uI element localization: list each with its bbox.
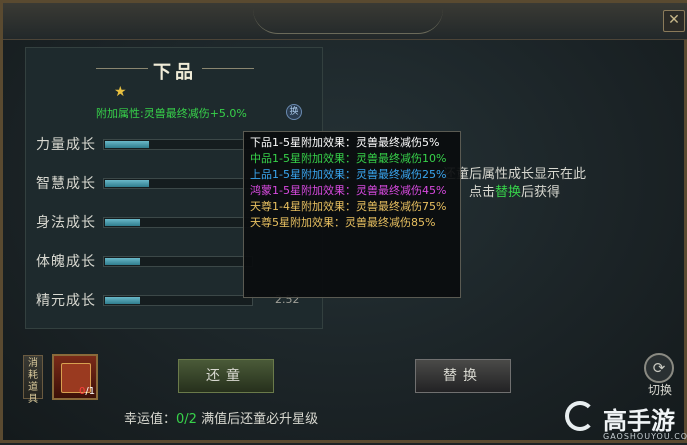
luck-value: 幸运值：0/2 满值后还童必升星级: [124, 408, 318, 427]
tooltip-line: 中品1-5星附加效果：灵兽最终减伤10%: [250, 152, 447, 165]
title-deco-right: [202, 68, 254, 69]
stat-label: 体魄成长: [36, 254, 96, 270]
item-count: 0/1: [79, 386, 95, 397]
stat-fill: [105, 297, 141, 304]
watermark-subtext: GAOSHOUYOU.COM: [603, 432, 687, 441]
tooltip-line: 天尊1-4星附加效果：灵兽最终减伤75%: [250, 200, 447, 213]
grade-effects-tooltip: 下品1-5星附加效果：灵兽最终减伤5% 中品1-5星附加效果：灵兽最终减伤10%…: [243, 131, 461, 298]
watermark: 高手游 GAOSHOUYOU.COM: [563, 399, 687, 445]
stat-bar: [103, 256, 253, 267]
tooltip-line: 鸿蒙1-5星附加效果：灵兽最终减伤45%: [250, 184, 447, 197]
bonus-attribute: 附加属性:灵兽最终减伤+5.0%: [96, 107, 247, 120]
consume-item-tag: 消耗道具: [23, 355, 43, 405]
luck-label-text: 幸运值：: [124, 412, 177, 427]
title-ornament: [253, 9, 443, 34]
result-hint-line2: 点击替换后获得: [469, 181, 560, 200]
stat-label: 力量成长: [36, 137, 96, 153]
watermark-logo-icon: [565, 401, 595, 431]
stat-fill: [105, 180, 149, 187]
stat-label: 精元成长: [36, 293, 96, 309]
close-button[interactable]: ✕: [663, 10, 685, 32]
stat-fill: [105, 141, 149, 148]
stat-fill: [105, 219, 141, 226]
info-switch-icon[interactable]: 换: [286, 104, 302, 120]
stat-fill: [105, 258, 141, 265]
star-icon: ★: [114, 84, 127, 100]
luck-count: 0/2: [176, 412, 197, 427]
luck-suffix: 满值后还童必升星级: [196, 412, 319, 427]
restore-button[interactable]: 还童: [178, 359, 274, 393]
watermark-text: 高手游: [603, 407, 675, 435]
tooltip-line: 上品1-5星附加效果：灵兽最终减伤25%: [250, 168, 447, 181]
tooltip-line: 天尊5星附加效果：灵兽最终减伤85%: [250, 216, 436, 229]
refresh-icon: ⟳: [644, 353, 674, 383]
stat-label: 智慧成长: [36, 176, 96, 192]
replace-button[interactable]: 替换: [415, 359, 511, 393]
consume-item-slot[interactable]: 0/1: [52, 354, 98, 400]
stat-bar: [103, 295, 253, 306]
stat-label: 身法成长: [36, 215, 96, 231]
hint-prefix: 点击: [469, 185, 496, 200]
grade-title: 下品: [153, 62, 197, 83]
item-need: /1: [85, 386, 96, 397]
result-hint-line1: 还童后属性成长显示在此: [443, 167, 587, 182]
switch-button[interactable]: ⟳ 切换: [640, 353, 680, 397]
hint-accent: 替换: [495, 185, 522, 200]
switch-label: 切换: [647, 383, 672, 397]
stat-bar: [103, 217, 253, 228]
stat-bar: [103, 178, 253, 189]
hint-suffix: 后获得: [521, 185, 561, 200]
window-frame: ✕ 下品 ★ 附加属性:灵兽最终减伤+5.0% 换 力量成长 智慧成长 身法成长…: [0, 0, 687, 443]
title-bar: [3, 3, 687, 40]
stat-bar: [103, 139, 253, 150]
tooltip-line: 下品1-5星附加效果：灵兽最终减伤5%: [250, 136, 440, 149]
